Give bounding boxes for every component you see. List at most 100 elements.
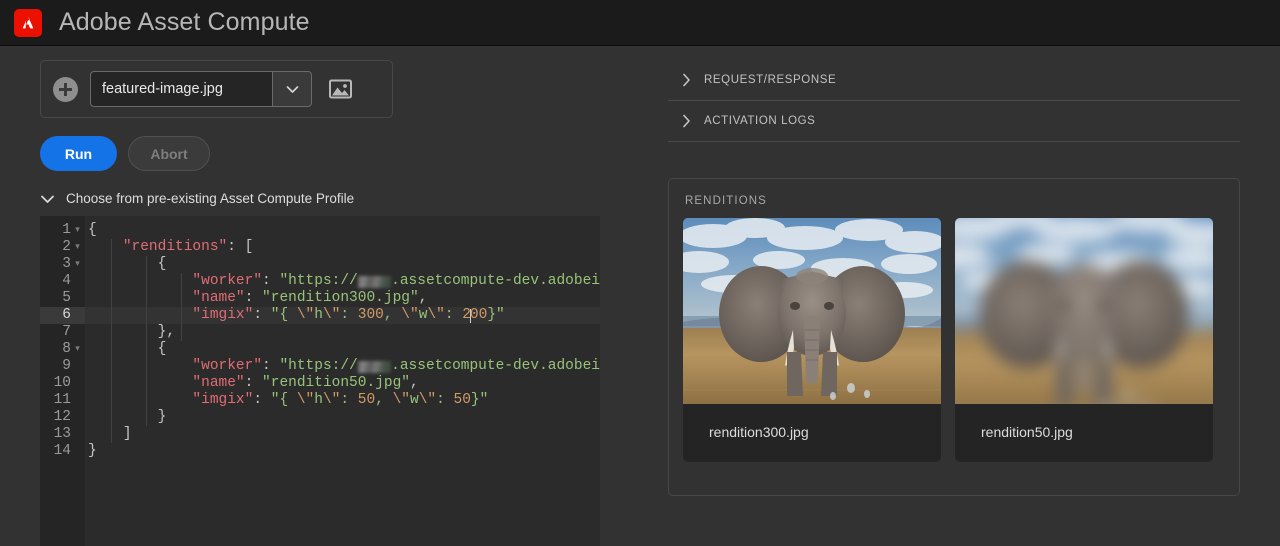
app-header: Adobe Asset Compute	[0, 0, 1280, 46]
code-token: .assetcompute-dev.adobei	[391, 358, 600, 374]
editor-code-line: {	[85, 222, 600, 239]
run-button[interactable]: Run	[40, 136, 117, 171]
code-token: \"	[322, 307, 341, 323]
code-token: }"	[487, 307, 505, 323]
renditions-title: RENDITIONS	[685, 195, 767, 207]
editor-line-number-gutter: 1 ▾ 2 ▾ 3 ▾ 4 5 6 7 8 ▾ 9 10 11 12 13 14	[40, 216, 85, 546]
code-token: }	[157, 409, 167, 425]
code-token: 50	[357, 392, 376, 408]
source-selector-panel	[40, 60, 393, 118]
indent-guide	[146, 256, 147, 426]
code-token: \"	[296, 392, 315, 408]
rendition-card[interactable]: rendition300.jpg	[683, 218, 941, 462]
editor-line-number: 5	[62, 290, 71, 306]
editor-code-line: "name": "rendition300.jpg",	[85, 290, 600, 307]
editor-code-line: }	[85, 443, 600, 460]
code-token: h	[314, 307, 323, 323]
accordion-request-response[interactable]: REQUEST/RESPONSE	[668, 60, 1240, 101]
accordion-label-request-response: REQUEST/RESPONSE	[704, 74, 837, 86]
code-token: "imgix"	[192, 392, 254, 408]
editor-line-number: 13	[53, 426, 71, 442]
code-token: ,	[409, 375, 419, 391]
code-token: :	[253, 307, 271, 323]
code-token: w	[418, 307, 428, 323]
code-token: :	[340, 392, 358, 408]
code-token: :	[262, 273, 280, 289]
fold-arrow-icon[interactable]: ▾	[73, 239, 82, 256]
code-token: "{	[270, 307, 297, 323]
adobe-logo-icon	[14, 8, 42, 37]
code-token: w	[410, 392, 419, 408]
chevron-down-icon	[41, 195, 54, 203]
renditions-grid: rendition300.jpg rendition50.jpg	[683, 218, 1225, 462]
code-token: :	[244, 375, 263, 391]
code-token: 00	[469, 307, 488, 323]
abort-button[interactable]: Abort	[128, 136, 210, 171]
preview-image-button[interactable]	[324, 74, 356, 104]
editor-code-line: {	[85, 256, 600, 273]
add-source-button[interactable]	[53, 76, 78, 102]
editor-code-line: },	[85, 324, 600, 341]
image-icon	[328, 79, 352, 99]
editor-line-number: 12	[53, 409, 71, 425]
code-token: {	[88, 222, 97, 238]
code-token: "rendition50.jpg"	[262, 375, 410, 391]
code-token: ,	[383, 307, 402, 323]
redacted-text-block	[357, 360, 392, 373]
json-code-editor[interactable]: 1 ▾ 2 ▾ 3 ▾ 4 5 6 7 8 ▾ 9 10 11 12 13 14 { "renditions": …	[40, 216, 600, 546]
accordion-activation-logs[interactable]: ACTIVATION LOGS	[668, 101, 1240, 142]
rendition-caption: rendition300.jpg	[709, 424, 809, 440]
redacted-text-block	[357, 275, 392, 288]
action-row: Run Abort	[40, 136, 640, 171]
code-token: :	[444, 307, 463, 323]
editor-line-number: 8 ▾	[40, 341, 85, 358]
rendition-caption: rendition50.jpg	[981, 424, 1073, 440]
chevron-right-icon	[683, 73, 690, 87]
left-pane: Run Abort Choose from pre-existing Asset…	[0, 46, 640, 546]
plus-circle-icon-wrap[interactable]	[53, 76, 78, 102]
code-token: "https://	[279, 358, 358, 374]
code-token: "imgix"	[192, 307, 254, 323]
code-token: "renditions"	[122, 239, 228, 255]
code-token: :	[262, 358, 280, 374]
code-token: 300	[357, 307, 384, 323]
code-token: ,	[375, 392, 393, 408]
source-file-input[interactable]	[91, 72, 273, 106]
editor-line-number: 6	[40, 307, 85, 324]
workspace: Run Abort Choose from pre-existing Asset…	[0, 46, 1280, 546]
fold-arrow-icon[interactable]: ▾	[73, 256, 82, 273]
source-dropdown-button[interactable]	[273, 72, 311, 106]
editor-line-number: 9	[62, 358, 71, 374]
code-token: 50	[453, 392, 471, 408]
profile-toggle[interactable]: Choose from pre-existing Asset Compute P…	[40, 191, 640, 206]
editor-line-number: 1 ▾	[40, 222, 85, 239]
code-token: :	[244, 290, 263, 306]
accordion-label-activation-logs: ACTIVATION LOGS	[704, 115, 816, 127]
editor-line-number: 2 ▾	[40, 239, 85, 256]
rendition-card[interactable]: rendition50.jpg	[955, 218, 1213, 462]
fold-arrow-icon[interactable]: ▾	[73, 222, 82, 239]
rendition-thumbnail[interactable]	[683, 218, 941, 404]
editor-code-area[interactable]: { "renditions": [ { "worker": "https://.…	[85, 216, 600, 546]
code-token: :	[340, 307, 358, 323]
code-token: :	[436, 392, 454, 408]
code-token: \"	[322, 392, 341, 408]
code-token: }"	[470, 392, 489, 408]
rendition-thumbnail[interactable]	[955, 218, 1213, 404]
code-token: : [	[227, 239, 254, 255]
code-token: :	[253, 392, 271, 408]
code-token: "rendition300.jpg"	[262, 290, 419, 306]
editor-code-line: "worker": "https:// .assetcompute-dev.ado…	[85, 273, 600, 290]
code-token: \"	[392, 392, 410, 408]
code-token: "worker"	[192, 358, 263, 374]
code-token: h	[314, 392, 323, 408]
code-token: \"	[296, 307, 315, 323]
profile-toggle-label: Choose from pre-existing Asset Compute P…	[66, 191, 355, 206]
renditions-panel: RENDITIONS rendition300.jpg rendition50.…	[668, 178, 1240, 496]
page-title: Adobe Asset Compute	[59, 8, 310, 36]
source-select-group	[90, 71, 312, 107]
code-token: "{	[270, 392, 297, 408]
editor-line-number: 3 ▾	[40, 256, 85, 273]
fold-arrow-icon[interactable]: ▾	[73, 341, 82, 358]
editor-line-number: 11	[53, 392, 71, 408]
